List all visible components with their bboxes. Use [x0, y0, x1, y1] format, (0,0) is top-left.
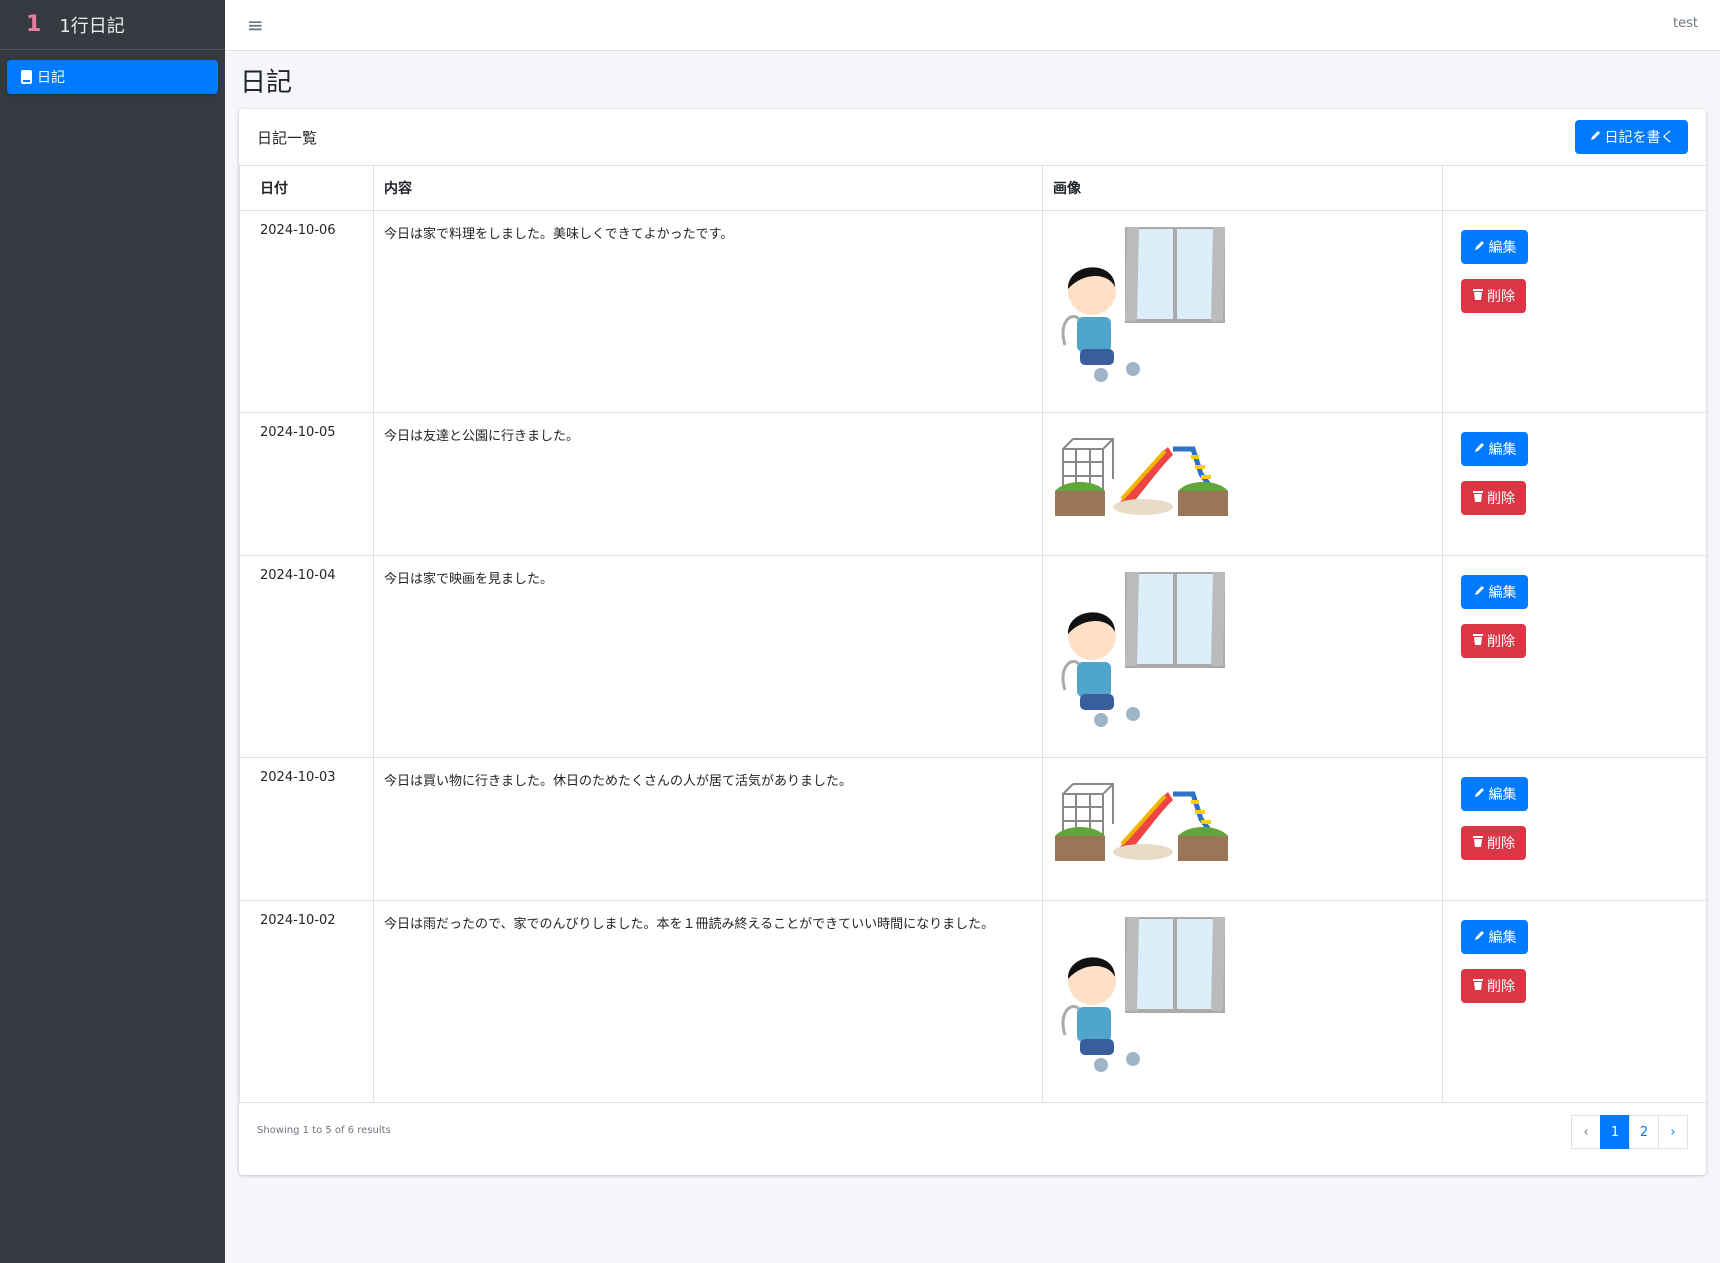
image-cell: [1042, 555, 1443, 758]
actions-cell: 編集 削除: [1442, 555, 1707, 758]
delete-label: 削除: [1487, 979, 1515, 995]
delete-button[interactable]: 削除: [1461, 969, 1526, 1003]
delete-label: 削除: [1487, 289, 1515, 305]
content-cell: 今日は雨だったので、家でのんびりしました。本を１冊読み終えることができていい時間…: [373, 900, 1043, 1103]
pagination-page-2[interactable]: 2: [1629, 1115, 1659, 1149]
playground-image: [1053, 429, 1432, 529]
trash-icon: [1472, 490, 1484, 507]
table-row: 2024-10-06 今日は家で料理をしました。美味しくできてよかったです。 編…: [239, 210, 1707, 413]
write-diary-button[interactable]: 日記を書く: [1575, 120, 1688, 154]
trash-icon: [1472, 978, 1484, 995]
image-cell: [1042, 757, 1443, 901]
edit-label: 編集: [1488, 930, 1517, 946]
image-cell: [1042, 412, 1443, 556]
pencil-icon: [1473, 786, 1486, 803]
pencil-icon: [1473, 929, 1486, 946]
sidebar-item-diary[interactable]: 日記: [7, 60, 218, 94]
write-diary-label: 日記を書く: [1604, 130, 1675, 146]
trash-icon: [1472, 835, 1484, 852]
sidebar-item-label: 日記: [37, 70, 65, 86]
menu-toggle-icon[interactable]: ≡: [247, 13, 264, 37]
date-cell: 2024-10-06: [239, 210, 374, 413]
table-row: 2024-10-03 今日は買い物に行きました。休日のためたくさんの人が居て活気…: [239, 757, 1707, 901]
top-navbar: ≡ test: [225, 0, 1720, 51]
table-header-row: 日付 内容 画像: [239, 165, 1707, 211]
content-cell: 今日は家で料理をしました。美味しくできてよかったです。: [373, 210, 1043, 413]
edit-button[interactable]: 編集: [1461, 777, 1528, 811]
pencil-icon: [1473, 239, 1486, 256]
edit-label: 編集: [1488, 787, 1517, 803]
column-header-actions: [1442, 165, 1707, 211]
edit-button[interactable]: 編集: [1461, 230, 1528, 264]
pagination-prev[interactable]: ‹: [1571, 1115, 1601, 1149]
content-cell: 今日は友達と公園に行きました。: [373, 412, 1043, 556]
delete-button[interactable]: 削除: [1461, 826, 1526, 860]
delete-button[interactable]: 削除: [1461, 624, 1526, 658]
brand-link[interactable]: 1 1行日記: [0, 0, 225, 50]
diary-table: 日付 内容 画像 2024-10-06 今日は家で料理をしました。美味しくできて…: [239, 165, 1707, 1103]
column-header-image: 画像: [1042, 165, 1443, 211]
content-cell: 今日は家で映画を見ました。: [373, 555, 1043, 758]
actions-cell: 編集 削除: [1442, 210, 1707, 413]
boy-sitting-window-image: [1053, 227, 1432, 387]
delete-label: 削除: [1487, 836, 1515, 852]
image-cell: [1042, 210, 1443, 413]
card-header: 日記一覧 日記を書く: [239, 109, 1706, 166]
date-cell: 2024-10-02: [239, 900, 374, 1103]
delete-button[interactable]: 削除: [1461, 481, 1526, 515]
sidebar: 1 1行日記 日記: [0, 0, 225, 1263]
delete-label: 削除: [1487, 491, 1515, 507]
actions-cell: 編集 削除: [1442, 412, 1707, 556]
edit-button[interactable]: 編集: [1461, 920, 1528, 954]
brand-logo: 1: [26, 12, 42, 37]
trash-icon: [1472, 288, 1484, 305]
delete-label: 削除: [1487, 634, 1515, 650]
pencil-icon: [1589, 129, 1602, 146]
content-cell: 今日は買い物に行きました。休日のためたくさんの人が居て活気がありました。: [373, 757, 1043, 901]
date-cell: 2024-10-04: [239, 555, 374, 758]
boy-sitting-window-image: [1053, 572, 1432, 732]
page-title: 日記: [240, 68, 293, 98]
edit-label: 編集: [1488, 585, 1517, 601]
pagination-summary: Showing 1 to 5 of 6 results: [257, 1125, 391, 1136]
playground-image: [1053, 774, 1432, 874]
edit-button[interactable]: 編集: [1461, 432, 1528, 466]
actions-cell: 編集 削除: [1442, 757, 1707, 901]
user-menu[interactable]: test: [1673, 16, 1698, 31]
trash-icon: [1472, 633, 1484, 650]
date-cell: 2024-10-03: [239, 757, 374, 901]
table-row: 2024-10-04 今日は家で映画を見ました。 編集 削除: [239, 555, 1707, 758]
pencil-icon: [1473, 584, 1486, 601]
delete-button[interactable]: 削除: [1461, 279, 1526, 313]
table-row: 2024-10-05 今日は友達と公園に行きました。 編集 削除: [239, 412, 1707, 556]
card-title: 日記一覧: [257, 129, 318, 147]
pencil-icon: [1473, 441, 1486, 458]
column-header-date: 日付: [239, 165, 374, 211]
date-cell: 2024-10-05: [239, 412, 374, 556]
edit-button[interactable]: 編集: [1461, 575, 1528, 609]
edit-label: 編集: [1488, 240, 1517, 256]
pagination-page-1[interactable]: 1: [1600, 1115, 1630, 1149]
column-header-content: 内容: [373, 165, 1043, 211]
book-icon: [21, 70, 32, 84]
actions-cell: 編集 削除: [1442, 900, 1707, 1103]
image-cell: [1042, 900, 1443, 1103]
table-row: 2024-10-02 今日は雨だったので、家でのんびりしました。本を１冊読み終え…: [239, 900, 1707, 1103]
edit-label: 編集: [1488, 442, 1517, 458]
boy-sitting-window-image: [1053, 917, 1432, 1077]
pagination-next[interactable]: ›: [1658, 1115, 1688, 1149]
pagination: ‹ 1 2 ›: [1571, 1115, 1688, 1149]
brand-title: 1行日記: [59, 15, 125, 37]
diary-list-card: 日記一覧 日記を書く 日付 内容 画像 2024-10-06 今日は家で料理をし…: [239, 109, 1707, 1175]
